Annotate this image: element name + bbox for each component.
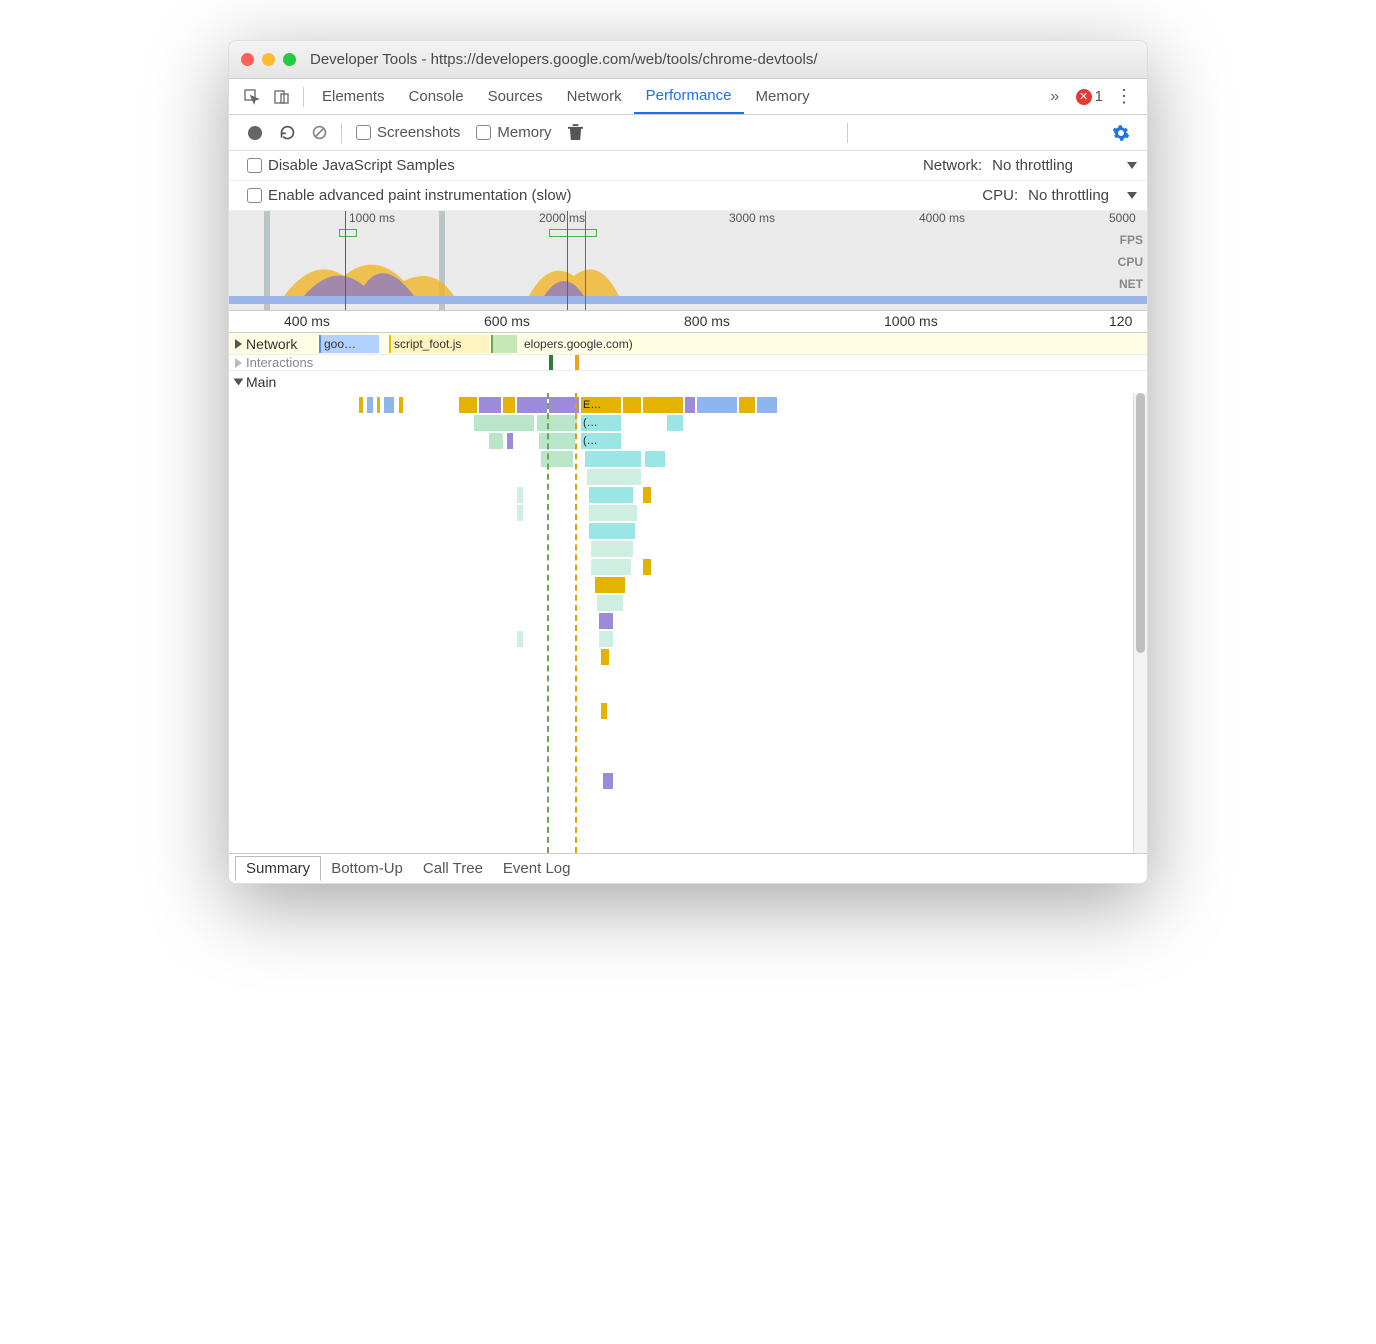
lane-fps: FPS — [1118, 233, 1143, 255]
main-track-label: Main — [246, 374, 276, 390]
trash-icon[interactable] — [564, 121, 588, 145]
panel-tabbar: Elements Console Sources Network Perform… — [229, 79, 1147, 115]
devtools-window: Developer Tools - https://developers.goo… — [228, 40, 1148, 884]
tab-call-tree[interactable]: Call Tree — [413, 857, 493, 880]
tab-sources[interactable]: Sources — [476, 79, 555, 114]
memory-label: Memory — [497, 124, 551, 141]
screenshots-checkbox[interactable]: Screenshots — [356, 124, 460, 141]
interactions-track[interactable]: Interactions — [229, 355, 1147, 371]
close-button[interactable] — [241, 53, 254, 66]
detail-ruler[interactable]: 400 ms 600 ms 800 ms 1000 ms 120 — [229, 311, 1147, 333]
cpu-value: No throttling — [1028, 187, 1109, 204]
zoom-button[interactable] — [283, 53, 296, 66]
network-label: Network: — [923, 157, 982, 174]
tab-memory[interactable]: Memory — [744, 79, 822, 114]
network-value: No throttling — [992, 157, 1073, 174]
disclosure-triangle-icon[interactable] — [235, 358, 242, 368]
ruler-tick: 600 ms — [484, 313, 530, 329]
details-tabbar: Summary Bottom-Up Call Tree Event Log — [229, 853, 1147, 883]
reload-button[interactable] — [275, 121, 299, 145]
ov-tick: 5000 — [1109, 211, 1136, 225]
kebab-menu-icon[interactable]: ⋮ — [1113, 86, 1135, 108]
main-track-header[interactable]: Main — [229, 371, 1147, 393]
overview-ruler: 1000 ms 2000 ms 3000 ms 4000 ms 5000 — [229, 211, 1147, 227]
settings-row-2: Enable advanced paint instrumentation (s… — [229, 181, 1147, 211]
ruler-tick: 400 ms — [284, 313, 330, 329]
memory-checkbox[interactable]: Memory — [476, 124, 551, 141]
disable-js-checkbox[interactable]: Disable JavaScript Samples — [247, 157, 455, 174]
extras-event-log[interactable]: Event Log — [493, 857, 581, 880]
titlebar: Developer Tools - https://developers.goo… — [229, 41, 1147, 79]
lane-cpu: CPU — [1118, 255, 1143, 277]
clear-button[interactable] — [307, 121, 331, 145]
tab-elements[interactable]: Elements — [310, 79, 397, 114]
chevron-down-icon — [1127, 162, 1137, 169]
network-track-label: Network — [246, 336, 297, 352]
paint-instr-label: Enable advanced paint instrumentation (s… — [268, 187, 572, 204]
tab-summary[interactable]: Summary — [235, 856, 321, 881]
ov-tick: 1000 ms — [349, 211, 395, 225]
interactions-track-label: Interactions — [246, 355, 313, 370]
overview-minimap[interactable]: 1000 ms 2000 ms 3000 ms 4000 ms 5000 FPS… — [229, 211, 1147, 311]
flame-event[interactable]: E… — [581, 397, 621, 413]
ruler-tick: 1000 ms — [884, 313, 938, 329]
disclosure-triangle-icon[interactable] — [235, 339, 242, 349]
inspect-icon[interactable] — [241, 86, 263, 108]
network-request[interactable] — [491, 335, 517, 353]
cpu-label: CPU: — [982, 187, 1018, 204]
minimize-button[interactable] — [262, 53, 275, 66]
tab-bottom-up[interactable]: Bottom-Up — [321, 857, 413, 880]
ov-tick: 4000 ms — [919, 211, 965, 225]
flame-frame[interactable]: (… — [581, 433, 621, 449]
flame-chart[interactable]: E… (… (… — [229, 393, 1133, 853]
network-request[interactable]: goo… — [319, 335, 379, 353]
screenshots-label: Screenshots — [377, 124, 460, 141]
chevron-down-icon — [1127, 192, 1137, 199]
tab-performance[interactable]: Performance — [634, 79, 744, 114]
network-throttle-select[interactable]: No throttling — [992, 157, 1137, 174]
record-button[interactable] — [243, 121, 267, 145]
perf-toolbar: Screenshots Memory — [229, 115, 1147, 151]
ruler-tick: 120 — [1109, 313, 1132, 329]
settings-row-1: Disable JavaScript Samples Network: No t… — [229, 151, 1147, 181]
vertical-scrollbar[interactable] — [1133, 393, 1147, 853]
window-title: Developer Tools - https://developers.goo… — [310, 51, 818, 68]
settings-gear-icon[interactable] — [1109, 121, 1133, 145]
tab-network[interactable]: Network — [555, 79, 634, 114]
net-overview-bar — [229, 296, 1147, 304]
ruler-tick: 800 ms — [684, 313, 730, 329]
flame-frame[interactable]: (… — [581, 415, 621, 431]
error-icon: ✕ — [1076, 89, 1092, 105]
ov-tick: 3000 ms — [729, 211, 775, 225]
error-count[interactable]: ✕ 1 — [1076, 88, 1103, 105]
paint-instr-checkbox[interactable]: Enable advanced paint instrumentation (s… — [247, 187, 572, 204]
overview-lane-labels: FPS CPU NET — [1118, 233, 1143, 299]
tab-console[interactable]: Console — [397, 79, 476, 114]
ov-tick: 2000 ms — [539, 211, 585, 225]
window-controls — [241, 53, 296, 66]
cpu-throttle-select[interactable]: No throttling — [1028, 187, 1137, 204]
network-track[interactable]: Network goo… script_foot.js elopers.goog… — [229, 333, 1147, 355]
more-tabs-icon[interactable]: » — [1044, 86, 1066, 108]
disable-js-label: Disable JavaScript Samples — [268, 157, 455, 174]
network-request[interactable]: script_foot.js — [389, 335, 489, 353]
main-flame-area: E… (… (… — [229, 393, 1147, 853]
network-request-text: elopers.google.com) — [521, 335, 1121, 353]
scrollbar-thumb[interactable] — [1136, 393, 1145, 653]
error-count-value: 1 — [1095, 88, 1103, 105]
disclosure-triangle-icon[interactable] — [234, 379, 244, 386]
device-toggle-icon[interactable] — [271, 86, 293, 108]
